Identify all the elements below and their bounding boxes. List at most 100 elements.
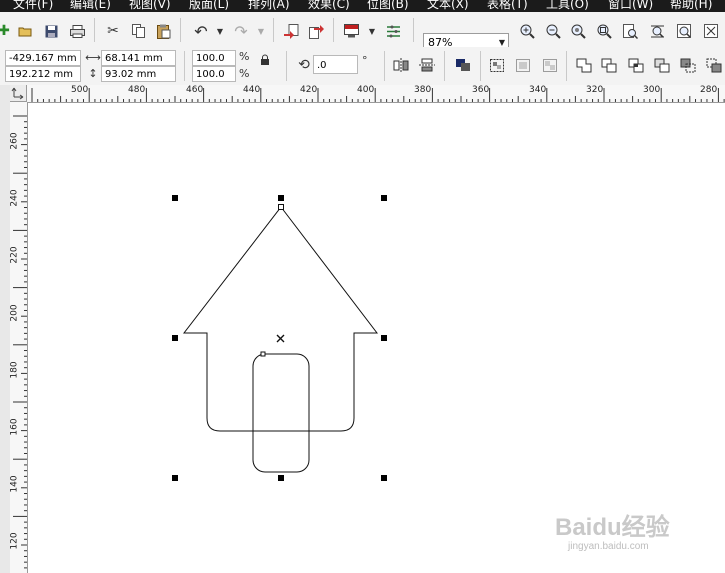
center-marker[interactable] — [276, 334, 285, 343]
group-icon[interactable] — [487, 55, 507, 75]
door-rounded-rectangle[interactable] — [252, 353, 310, 473]
mirror-horizontal-icon[interactable] — [391, 55, 411, 75]
ruler-v-label: 160 — [9, 418, 20, 436]
copy-icon[interactable] — [129, 21, 149, 41]
ruler-v-label: 240 — [9, 189, 20, 207]
selection-handle-top-left[interactable] — [172, 195, 178, 201]
simplify-icon[interactable] — [652, 55, 672, 75]
menu-file[interactable]: 文件(F) — [13, 0, 53, 11]
lock-ratio-icon[interactable] — [255, 51, 275, 67]
standard-toolbar: ✚ ✂ ↶ ▼ ↷ ▼ ▼ 87% ▼ — [0, 12, 725, 53]
ruler-v-label: 260 — [9, 132, 20, 150]
ruler-v-label: 120 — [9, 532, 20, 550]
menu-edit[interactable]: 编辑(E) — [70, 0, 111, 11]
ruler-h-label: 380 — [414, 85, 432, 95]
width-icon: ⟷ — [85, 50, 101, 64]
undo-icon[interactable]: ↶ — [191, 21, 211, 41]
toolbox-strip — [0, 85, 10, 573]
selection-handle-bottom[interactable] — [278, 475, 284, 481]
drawing-svg — [172, 195, 387, 481]
weld-icon[interactable] — [574, 55, 594, 75]
zoom-page-icon[interactable] — [620, 21, 640, 41]
ruler-h-label: 300 — [643, 85, 661, 95]
ruler-v-label: 200 — [9, 304, 20, 322]
app-launcher-icon[interactable] — [341, 21, 361, 41]
front-minus-back-icon[interactable] — [678, 55, 698, 75]
zoom-height-icon[interactable] — [674, 21, 694, 41]
ungroup-icon[interactable] — [513, 55, 533, 75]
scale-y-unit: % — [239, 67, 250, 80]
zoom-out-icon[interactable] — [543, 21, 563, 41]
menu-arrange[interactable]: 排列(A) — [248, 0, 290, 11]
selection-handle-bottom-right[interactable] — [381, 475, 387, 481]
horizontal-ruler[interactable]: 500 480 460 440 420 400 380 360 340 320 … — [27, 85, 725, 103]
selection-handle-right[interactable] — [381, 335, 387, 341]
ruler-h-label: 320 — [586, 85, 604, 95]
selection-handle-bottom-left[interactable] — [172, 475, 178, 481]
scale-y-field[interactable]: 100.0 — [192, 66, 236, 82]
vertical-ruler-ticks — [13, 115, 27, 569]
intersect-icon[interactable] — [626, 55, 646, 75]
export-icon[interactable] — [306, 21, 326, 41]
redo-icon[interactable]: ↷ — [231, 21, 251, 41]
import-icon[interactable] — [281, 21, 301, 41]
rotate-icon: ⟲ — [298, 57, 310, 73]
menu-text[interactable]: 文本(X) — [427, 0, 469, 11]
rotation-unit: ° — [362, 54, 368, 67]
print-icon[interactable] — [67, 21, 87, 41]
ruler-h-label: 480 — [128, 85, 146, 95]
house-outline-shape[interactable] — [182, 206, 379, 432]
menu-tools[interactable]: 工具(O) — [546, 0, 589, 11]
x-position-field[interactable]: -429.167 mm — [5, 50, 81, 66]
menu-bitmaps[interactable]: 位图(B) — [367, 0, 409, 11]
ruler-v-label: 140 — [9, 475, 20, 493]
menu-view[interactable]: 视图(V) — [129, 0, 171, 11]
selection-handle-top-right[interactable] — [381, 195, 387, 201]
menu-effects[interactable]: 效果(C) — [308, 0, 350, 11]
selection-handle-top[interactable] — [278, 195, 284, 201]
ruler-h-label: 500 — [71, 85, 89, 95]
ruler-h-label: 460 — [186, 85, 204, 95]
mirror-vertical-icon[interactable] — [417, 55, 437, 75]
cut-icon[interactable]: ✂ — [103, 21, 123, 41]
ruler-v-label: 220 — [9, 246, 20, 264]
back-minus-front-icon[interactable] — [704, 55, 724, 75]
menu-help[interactable]: 帮助(H) — [670, 0, 712, 11]
trim-icon[interactable] — [599, 55, 619, 75]
zoom-in-icon[interactable] — [517, 21, 537, 41]
menu-window[interactable]: 窗口(W) — [608, 0, 653, 11]
zoom-width-icon[interactable] — [647, 21, 667, 41]
zoom-all-icon[interactable] — [701, 21, 721, 41]
watermark-url: jingyan.baidu.com — [568, 541, 649, 552]
scale-x-field[interactable]: 100.0 — [192, 50, 236, 66]
ruler-v-label: 180 — [9, 361, 20, 379]
drawing-canvas[interactable] — [28, 103, 725, 573]
menu-table[interactable]: 表格(T) — [487, 0, 528, 11]
node-handle[interactable] — [278, 204, 284, 210]
ruler-h-label: 340 — [529, 85, 547, 95]
undo-dropdown-icon[interactable]: ▼ — [210, 21, 230, 41]
y-position-field[interactable]: 192.212 mm — [5, 66, 81, 82]
open-icon[interactable] — [15, 21, 35, 41]
menu-bar: 文件(F) 编辑(E) 视图(V) 版面(L) 排列(A) 效果(C) 位图(B… — [0, 0, 725, 12]
vertical-ruler[interactable]: 260 240 220 200 180 160 140 120 — [10, 102, 28, 573]
ruler-origin[interactable] — [10, 85, 27, 102]
watermark-logo: Baidu经验 — [555, 514, 670, 541]
new-icon[interactable]: ✚ — [0, 21, 14, 41]
selection-handle-left[interactable] — [172, 335, 178, 341]
ruler-h-label: 280 — [700, 85, 718, 95]
height-field[interactable]: 93.02 mm — [101, 66, 176, 82]
ungroup-all-icon[interactable] — [540, 55, 560, 75]
options-icon[interactable] — [383, 21, 403, 41]
node-handle[interactable] — [260, 351, 266, 357]
zoom-selected-icon[interactable] — [594, 21, 614, 41]
launcher-dropdown-icon[interactable]: ▼ — [362, 21, 382, 41]
paste-icon[interactable] — [154, 21, 174, 41]
rotation-field[interactable]: .0 — [313, 55, 358, 74]
save-icon[interactable] — [41, 21, 61, 41]
zoom-to-fit-icon[interactable] — [568, 21, 588, 41]
to-front-icon[interactable] — [453, 55, 473, 75]
redo-dropdown-icon[interactable]: ▼ — [251, 21, 271, 41]
width-field[interactable]: 68.141 mm — [101, 50, 176, 66]
menu-layout[interactable]: 版面(L) — [189, 0, 229, 11]
